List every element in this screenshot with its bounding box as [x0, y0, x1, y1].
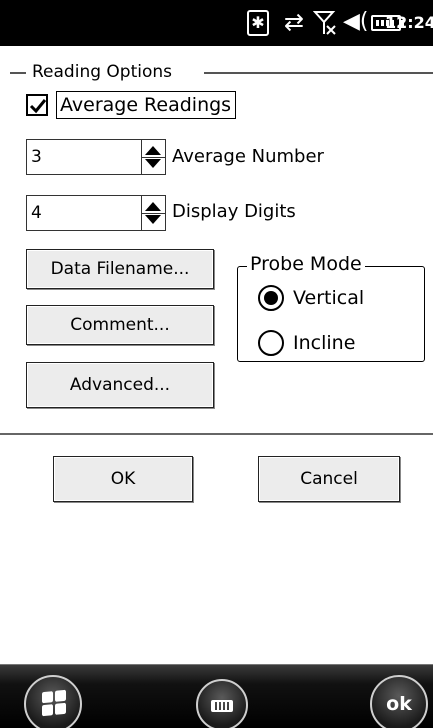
spin-down-icon[interactable]	[145, 159, 161, 168]
advanced-button[interactable]: Advanced...	[26, 362, 214, 408]
data-transfer-icon: ⇄	[284, 8, 305, 36]
vertical-label[interactable]: Vertical	[293, 286, 364, 310]
display-digits-input[interactable]: 4	[26, 195, 142, 231]
volume-icon: ◀(	[343, 9, 369, 34]
cancel-button[interactable]: Cancel	[258, 456, 400, 502]
data-filename-button[interactable]: Data Filename...	[26, 249, 214, 289]
group-divider-left	[10, 72, 26, 74]
incline-label[interactable]: Incline	[293, 331, 355, 355]
vertical-radio[interactable]	[258, 285, 284, 311]
spin-up-icon[interactable]	[145, 146, 161, 155]
probe-mode-title: Probe Mode	[247, 253, 365, 275]
comment-button[interactable]: Comment...	[26, 305, 214, 345]
status-bar: ✱ ⇄ ◀( 12:24	[0, 0, 433, 46]
windows-start-icon[interactable]	[24, 675, 82, 728]
display-digits-spinner[interactable]	[142, 195, 166, 231]
average-readings-checkbox[interactable]	[26, 94, 48, 116]
ok-softkey-button[interactable]: ok	[370, 675, 428, 728]
average-number-label: Average Number	[172, 146, 324, 167]
incline-radio[interactable]	[258, 330, 284, 356]
bluetooth-icon: ✱	[247, 10, 269, 36]
average-readings-label[interactable]: Average Readings	[56, 91, 236, 119]
display-digits-label: Display Digits	[172, 201, 296, 222]
spin-down-icon[interactable]	[145, 215, 161, 224]
bottom-bar: ok	[0, 664, 433, 728]
spin-up-icon[interactable]	[145, 202, 161, 211]
keyboard-icon[interactable]	[196, 679, 248, 728]
group-divider-right	[204, 72, 433, 74]
average-number-input[interactable]: 3	[26, 139, 142, 175]
average-number-spinner[interactable]	[142, 139, 166, 175]
clock: 12:24	[385, 13, 433, 32]
separator	[0, 433, 433, 435]
reading-options-title: Reading Options	[32, 62, 173, 82]
no-signal-icon	[312, 9, 337, 37]
ok-button[interactable]: OK	[53, 456, 193, 502]
windows-flag-icon	[42, 689, 66, 717]
checkmark-icon	[29, 99, 47, 114]
